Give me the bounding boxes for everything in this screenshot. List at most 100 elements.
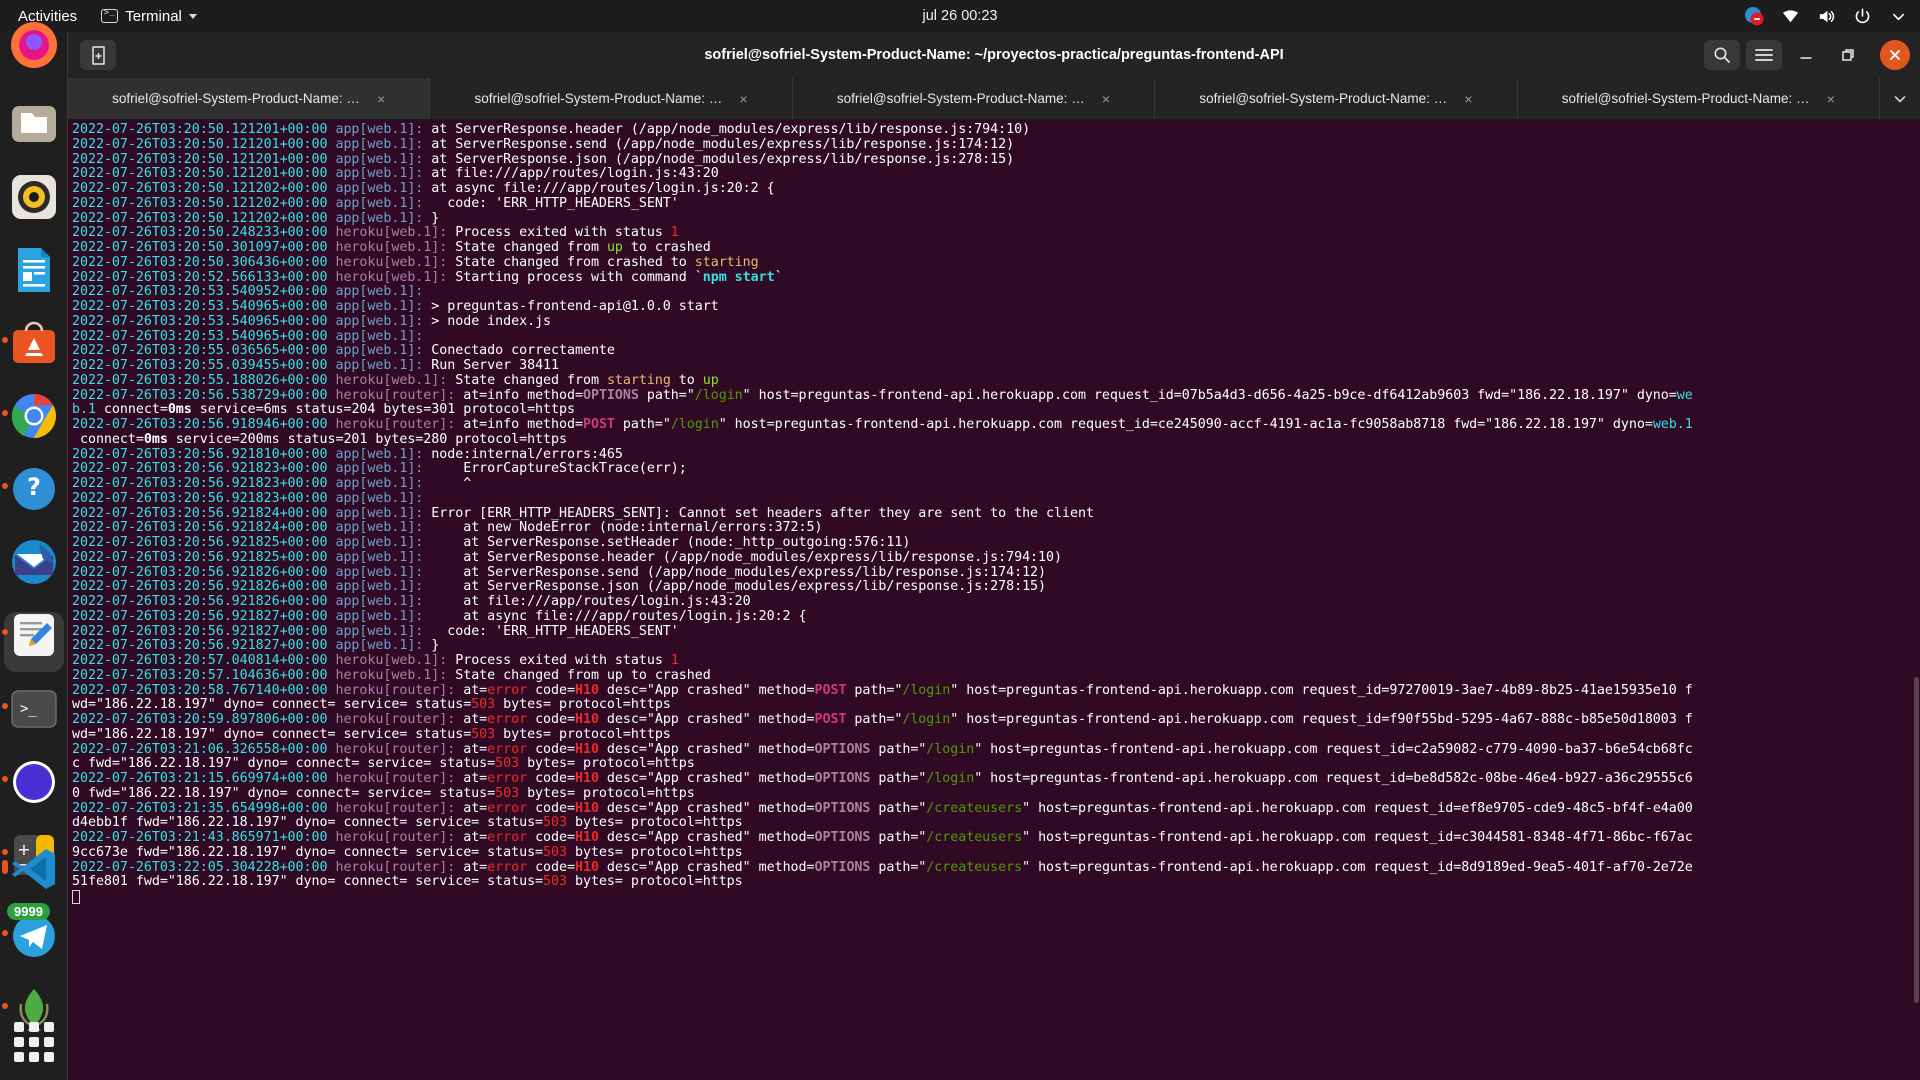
maximize-button[interactable] (1830, 40, 1866, 70)
dock-item-files[interactable] (9, 99, 59, 149)
tab-close-icon[interactable]: × (1464, 91, 1472, 107)
dock-item-text-editor[interactable] (9, 610, 59, 660)
tab-close-icon[interactable]: × (377, 91, 385, 107)
terminal-line: 51fe801 fwd="186.22.18.197" dyno= connec… (72, 874, 1920, 890)
dock-item-help[interactable]: ? (9, 464, 59, 514)
terminal-span: app[web.1]: (335, 623, 424, 639)
terminal-span: heroku[router]: (335, 387, 456, 403)
terminal-span: 0ms (143, 431, 168, 447)
terminal-span: heroku[router]: (335, 800, 456, 816)
terminal-span: desc="App crashed" method= (598, 859, 815, 875)
terminal-span: heroku[router]: (335, 417, 456, 432)
terminal-span: code: 'ERR_HTTP_HEADERS_SENT' (423, 623, 679, 639)
wifi-icon[interactable] (1781, 7, 1800, 26)
terminal-span: POST (582, 417, 615, 432)
dock-running-dot (2, 860, 8, 874)
terminal-span: at=info method= (455, 387, 583, 403)
terminal-body[interactable]: 2022-07-26T03:20:50.121201+00:00 app[web… (68, 120, 1920, 1080)
terminal-span: 503 (471, 726, 496, 742)
terminal-span: at=info method= (455, 417, 583, 432)
terminal-span: /login (926, 741, 975, 757)
terminal-tab[interactable]: sofriel@sofriel-System-Product-Name: ~/.… (430, 78, 793, 119)
tab-close-icon[interactable]: × (740, 91, 748, 107)
terminal-span: app[web.1]: (335, 284, 424, 300)
minimize-button[interactable] (1788, 40, 1824, 70)
terminal-span: at ServerResponse.json (/app/node_module… (423, 151, 1015, 167)
terminal-span: Process exited with status (447, 225, 671, 241)
terminal-span: path=" (638, 387, 695, 403)
terminal-span: 2022-07-26T03:20:56.921823+00:00 (72, 476, 336, 491)
terminal-span: POST (814, 682, 847, 698)
terminal-tab[interactable]: sofriel@sofriel-System-Product-Name: ~/.… (1155, 78, 1518, 119)
terminal-span: H10 (575, 830, 599, 845)
window-title: sofriel@sofriel-System-Product-Name: ~/p… (704, 47, 1284, 63)
dock-item-mongodb-compass[interactable] (9, 757, 59, 807)
close-button[interactable] (1880, 40, 1910, 70)
terminal-line: 2022-07-26T03:20:50.301097+00:00 heroku[… (72, 240, 1920, 256)
terminal-span: up (606, 240, 623, 255)
terminal-scrollbar[interactable] (1913, 120, 1920, 1080)
terminal-span: bytes= protocol=https (519, 785, 695, 801)
terminal-span: " host=preguntas-frontend-api.herokuapp.… (974, 741, 1693, 757)
window-controls (1704, 40, 1920, 70)
terminal-line: 2022-07-26T03:20:56.918946+00:00 heroku[… (72, 417, 1920, 433)
dock-item-firefox[interactable] (9, 20, 59, 70)
search-button[interactable] (1704, 40, 1740, 70)
notification-badge-icon[interactable] (1744, 6, 1764, 26)
terminal-line: 2022-07-26T03:20:50.248233+00:00 heroku[… (72, 225, 1920, 241)
terminal-span: error (487, 712, 528, 727)
menu-button[interactable] (1746, 40, 1782, 70)
terminal-line: 2022-07-26T03:20:50.121201+00:00 app[web… (72, 166, 1920, 182)
terminal-span: ^ (423, 476, 472, 491)
terminal-span: bytes= protocol=https (567, 874, 743, 890)
terminal-span: Conectado correctamente (423, 343, 615, 359)
terminal-span: app[web.1]: (335, 505, 424, 521)
terminal-span: path=" (870, 859, 927, 875)
tab-close-icon[interactable]: × (1827, 91, 1835, 107)
terminal-span: heroku[web.1]: (335, 372, 448, 388)
grid-dot (29, 1052, 39, 1062)
dock-item-google-chrome[interactable] (9, 391, 59, 441)
terminal-span: starting (694, 254, 759, 270)
terminal-line: 2022-07-26T03:20:55.039455+00:00 app[web… (72, 358, 1920, 374)
dock-item-thunderbird[interactable] (9, 537, 59, 587)
terminal-tab[interactable]: sofriel@sofriel-System-Product-Name: ~/.… (1518, 78, 1881, 119)
power-icon[interactable] (1853, 7, 1872, 26)
terminal-line: wd="186.22.18.197" dyno= connect= servic… (72, 697, 1920, 713)
dock-item-terminal[interactable]: >_ (9, 684, 59, 734)
chevron-down-icon[interactable] (1889, 7, 1908, 26)
terminal-tab[interactable]: sofriel@sofriel-System-Product-Name: ~/.… (68, 78, 431, 119)
scrollbar-thumb[interactable] (1914, 676, 1919, 1004)
terminal-span: heroku[web.1]: (335, 254, 448, 270)
terminal-span: wd="186.22.18.197" dyno= connect= servic… (72, 726, 472, 742)
terminal-output: 2022-07-26T03:20:50.121201+00:00 app[web… (72, 122, 1920, 906)
terminal-span: heroku[router]: (335, 741, 456, 757)
tab-list-chevron-down-icon[interactable] (1880, 78, 1920, 119)
tab-close-icon[interactable]: × (1102, 91, 1110, 107)
new-tab-button[interactable] (80, 40, 116, 70)
terminal-span: b.1 (72, 402, 96, 418)
terminal-span: d4ebb1f fwd="186.22.18.197" dyno= connec… (72, 815, 544, 831)
dock-item-telegram[interactable]: 9999 (7, 903, 59, 961)
dock-item-ubuntu-software[interactable] (9, 318, 59, 368)
clock[interactable]: jul 26 00:23 (923, 8, 998, 24)
terminal-span: path=" (614, 417, 671, 432)
terminal-span: State changed from up to crashed (447, 667, 711, 683)
dock-item-vscode[interactable] (9, 844, 59, 894)
volume-icon[interactable] (1817, 7, 1836, 26)
dock-item-rhythmbox[interactable] (9, 172, 59, 222)
terminal-span: path=" (846, 682, 903, 698)
terminal-line: 2022-07-26T03:20:50.121202+00:00 app[web… (72, 181, 1920, 197)
terminal-span: bytes= protocol=https (495, 697, 671, 713)
show-applications-button[interactable] (14, 1022, 54, 1062)
app-menu-button[interactable]: Terminal (91, 7, 207, 25)
terminal-tab[interactable]: sofriel@sofriel-System-Product-Name: ~/.… (793, 78, 1156, 119)
terminal-span: node:internal/errors:465 (423, 446, 623, 462)
terminal-line: 2022-07-26T03:20:56.921823+00:00 app[web… (72, 490, 1920, 507)
dock-running-dot (2, 483, 8, 489)
dock-item-libreoffice-writer[interactable] (9, 245, 59, 295)
terminal-span: app[web.1]: (335, 549, 424, 565)
terminal-span: code= (527, 800, 575, 816)
terminal-span: app[web.1]: (335, 490, 424, 506)
terminal-span: at async file:///app/routes/login.js:20:… (423, 181, 775, 196)
